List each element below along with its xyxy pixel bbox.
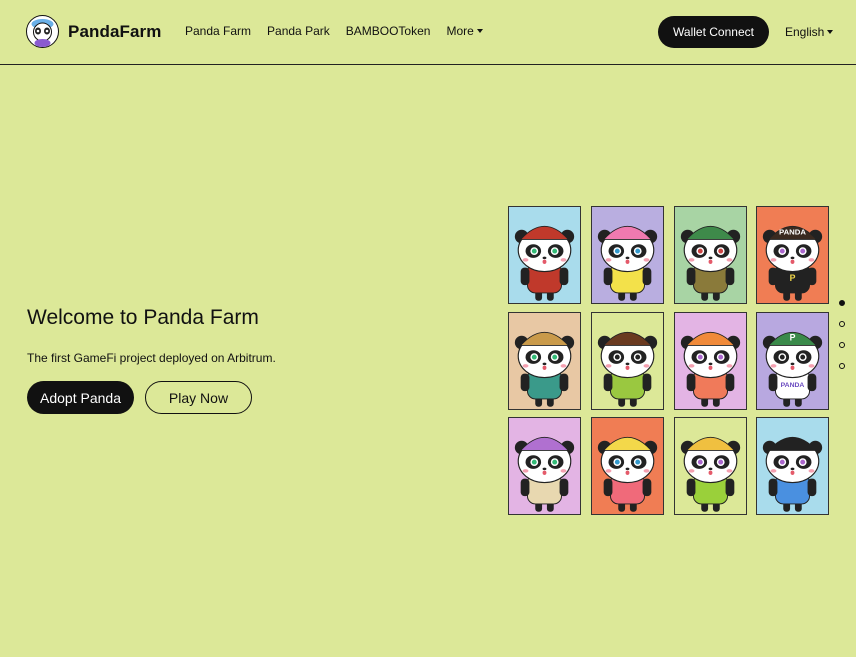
panda-nft-card[interactable]: P PANDA bbox=[756, 312, 829, 410]
panda-character-icon bbox=[514, 225, 575, 301]
panda-nft-card[interactable] bbox=[756, 417, 829, 515]
panda-character-icon bbox=[597, 436, 658, 512]
nav-bamboo-token[interactable]: BAMBOOToken bbox=[346, 24, 431, 38]
panda-character-icon bbox=[514, 436, 575, 512]
panda-nft-card[interactable] bbox=[674, 417, 747, 515]
top-nav-bar: PandaFarm Panda Farm Panda Park BAMBOOTo… bbox=[0, 0, 856, 65]
play-now-button[interactable]: Play Now bbox=[145, 381, 252, 414]
panda-character-icon: PANDA P bbox=[762, 225, 823, 301]
language-selector[interactable]: English bbox=[785, 25, 834, 39]
panda-nft-card[interactable] bbox=[508, 417, 581, 515]
nav-panda-park[interactable]: Panda Park bbox=[267, 24, 330, 38]
shirt-text: PANDA bbox=[781, 382, 805, 389]
slide-dot[interactable] bbox=[839, 342, 845, 348]
panda-nft-card[interactable] bbox=[674, 312, 747, 410]
nav-panda-farm[interactable]: Panda Farm bbox=[185, 24, 251, 38]
panda-character-icon bbox=[597, 331, 658, 407]
brand-logo[interactable]: PandaFarm bbox=[26, 15, 162, 48]
brand-name: PandaFarm bbox=[68, 21, 162, 41]
panda-character-icon bbox=[680, 225, 741, 301]
adopt-panda-button[interactable]: Adopt Panda bbox=[27, 381, 134, 414]
main-nav: Panda Farm Panda Park BAMBOOToken More bbox=[185, 24, 483, 38]
slide-dot[interactable] bbox=[839, 321, 845, 327]
nav-more-dropdown[interactable]: More bbox=[446, 24, 483, 38]
panda-character-icon bbox=[597, 225, 658, 301]
chevron-down-icon bbox=[476, 29, 483, 33]
panda-nft-card[interactable] bbox=[591, 206, 664, 304]
panda-character-icon bbox=[680, 331, 741, 407]
nav-more-label: More bbox=[446, 24, 474, 38]
panda-character-icon bbox=[762, 436, 823, 512]
panda-nft-card[interactable] bbox=[508, 312, 581, 410]
hero-title: Welcome to Panda Farm bbox=[27, 306, 259, 329]
panda-character-icon: P PANDA bbox=[762, 331, 823, 407]
shirt-text: P bbox=[790, 273, 796, 283]
panda-logo-icon bbox=[26, 15, 59, 48]
panda-nft-grid: PANDA P P PANDA bbox=[508, 206, 830, 516]
panda-nft-card[interactable]: PANDA P bbox=[756, 206, 829, 304]
chevron-down-icon bbox=[827, 30, 834, 34]
panda-nft-card[interactable] bbox=[591, 312, 664, 410]
panda-character-icon bbox=[514, 331, 575, 407]
hat-text: PANDA bbox=[779, 228, 806, 237]
slide-dot[interactable] bbox=[839, 363, 845, 369]
panda-nft-card[interactable] bbox=[674, 206, 747, 304]
slide-dot[interactable] bbox=[839, 300, 845, 306]
panda-nft-card[interactable] bbox=[508, 206, 581, 304]
hero-subtitle: The first GameFi project deployed on Arb… bbox=[27, 351, 276, 365]
panda-character-icon bbox=[680, 436, 741, 512]
wallet-connect-button[interactable]: Wallet Connect bbox=[658, 16, 769, 48]
language-label: English bbox=[785, 25, 825, 39]
hat-text: P bbox=[790, 333, 796, 343]
panda-nft-card[interactable] bbox=[591, 417, 664, 515]
